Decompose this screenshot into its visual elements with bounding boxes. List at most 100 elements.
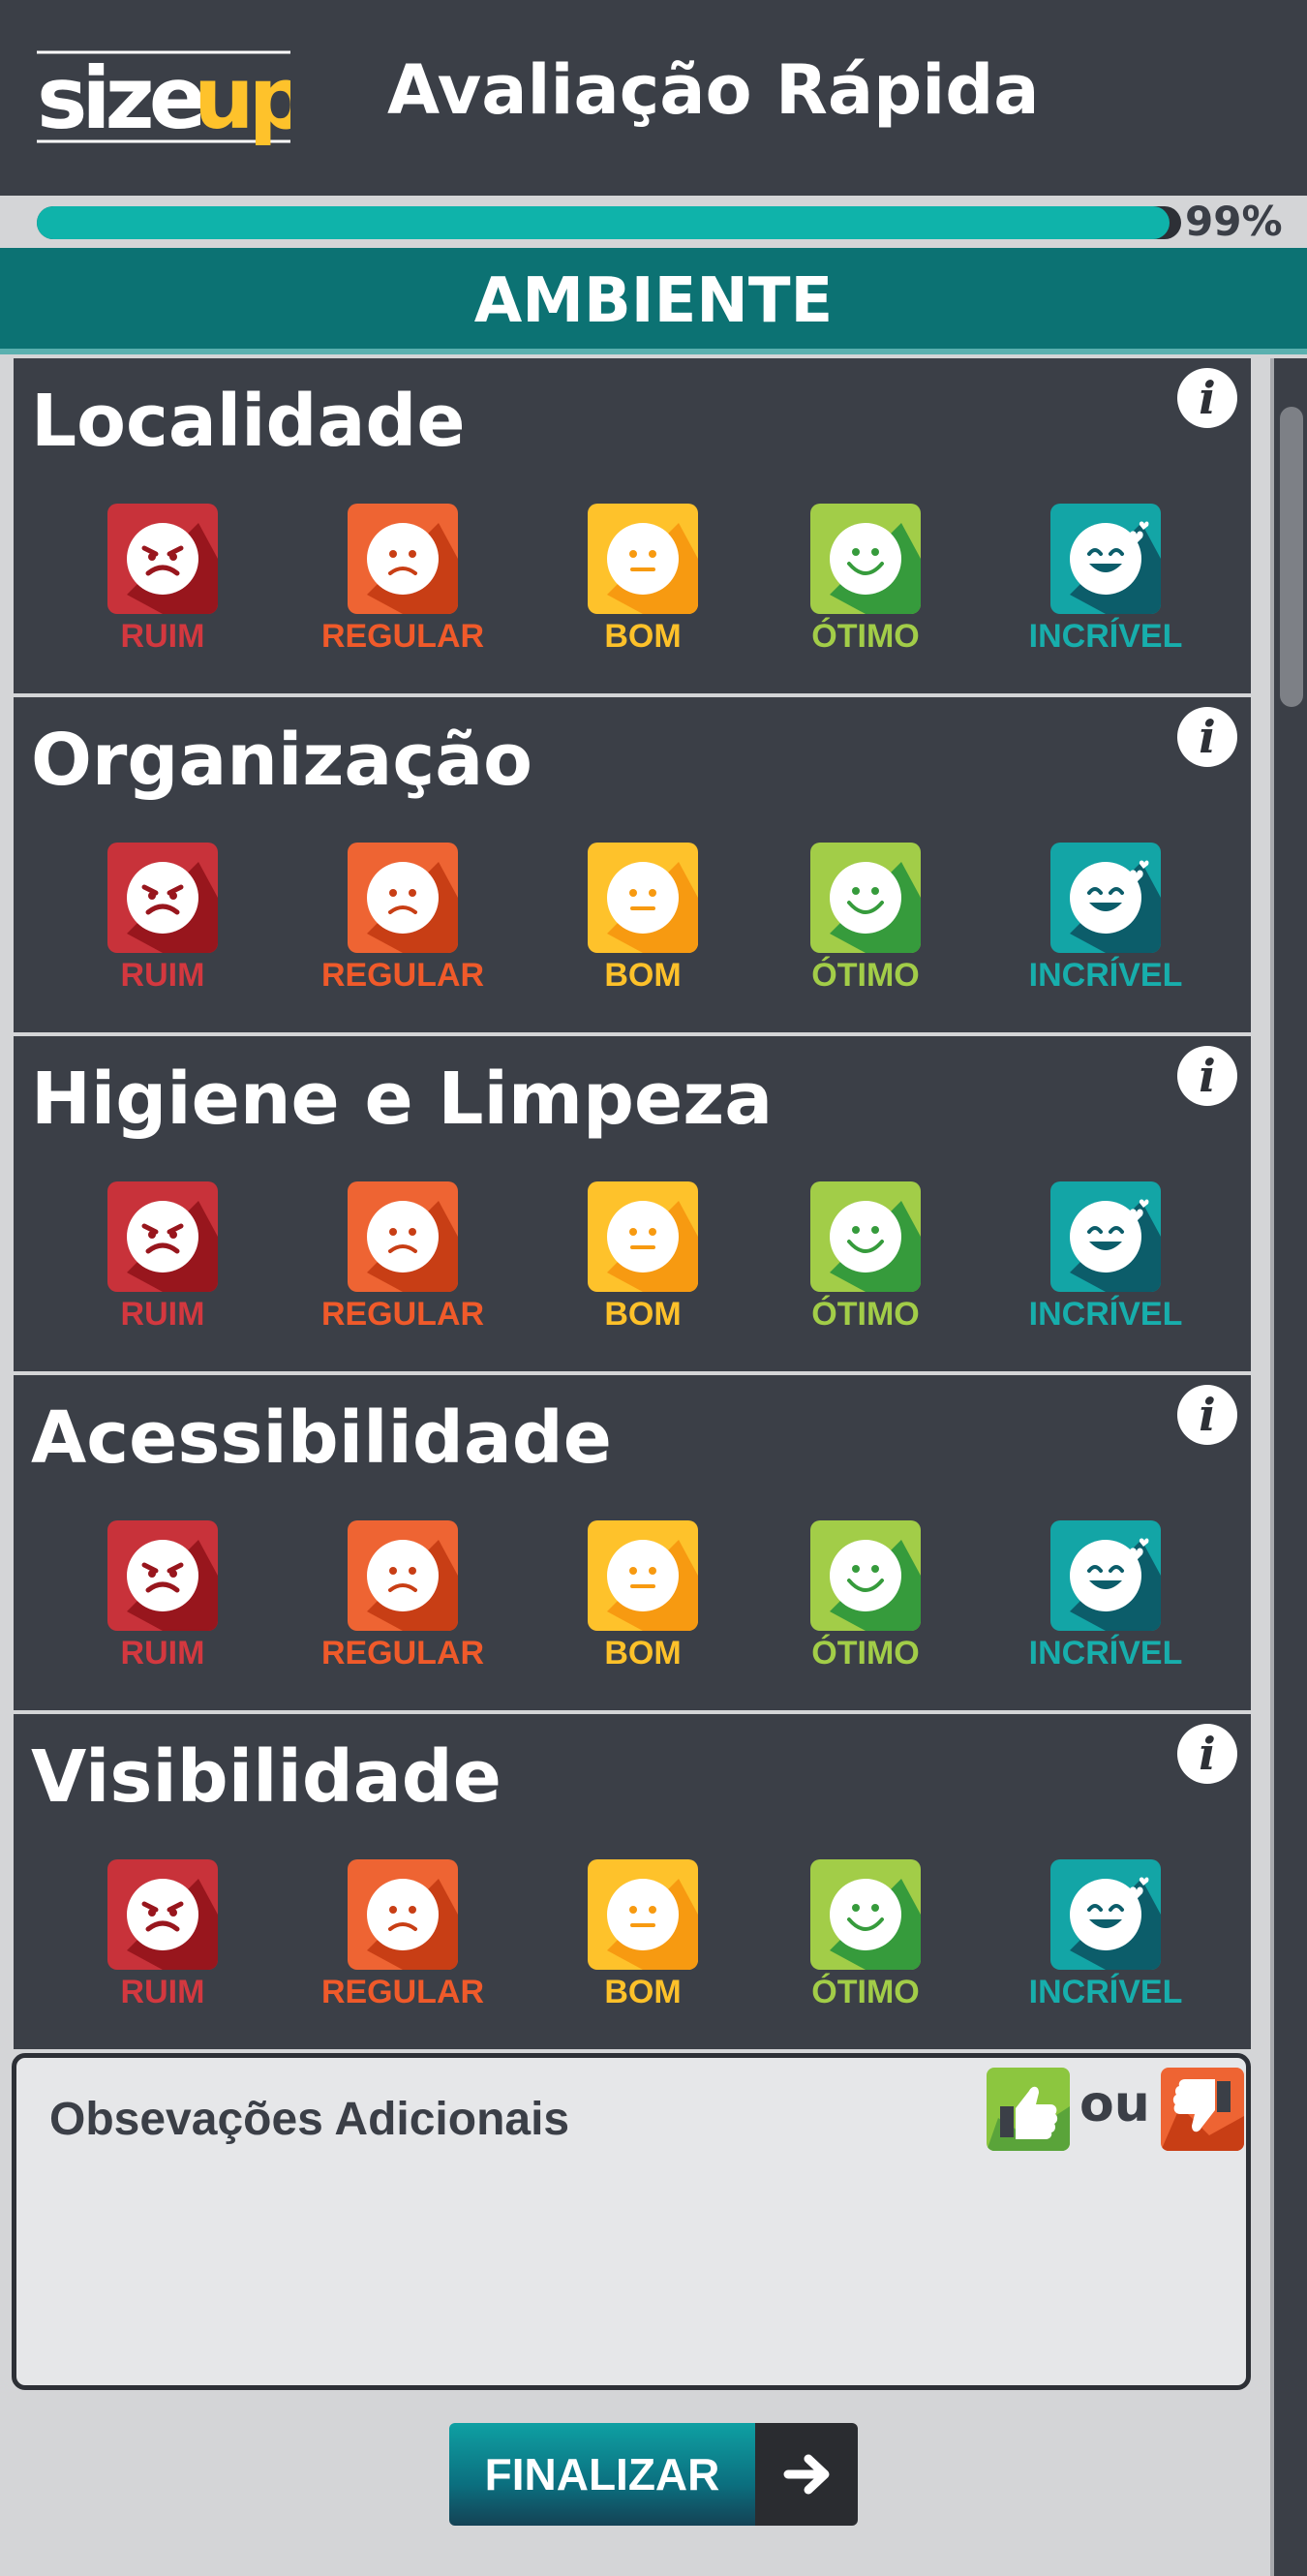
rating-label: REGULAR: [320, 1635, 485, 1671]
love-face-icon: [1050, 843, 1161, 953]
thumbs-down-icon: [1161, 2068, 1244, 2151]
neutral-face-icon: [588, 843, 698, 953]
rating-option-bom[interactable]: BOM: [556, 504, 730, 668]
thumbs-up-icon: [987, 2068, 1070, 2151]
page-title: Avaliação Rápida: [387, 50, 1040, 130]
love-face-icon: [1050, 1520, 1161, 1631]
neutral-face-icon: [588, 1181, 698, 1292]
category-title: Visibilidade: [31, 1735, 502, 1819]
rating-label: INCRÍVEL: [1028, 1296, 1183, 1333]
scrollbar-thumb[interactable]: [1280, 407, 1303, 707]
info-icon[interactable]: i: [1177, 368, 1237, 428]
neutral-face-icon: [588, 1520, 698, 1631]
rating-option-ruim[interactable]: RUIM: [76, 1520, 250, 1685]
rating-option-ruim[interactable]: RUIM: [76, 1181, 250, 1346]
finalize-button[interactable]: FINALIZAR: [449, 2423, 858, 2526]
or-separator: ou: [1079, 2075, 1150, 2133]
rating-label: ÓTIMO: [811, 618, 920, 655]
rating-option-bom[interactable]: BOM: [556, 843, 730, 1007]
rating-option-regular[interactable]: REGULAR: [316, 504, 490, 668]
rating-label: INCRÍVEL: [1028, 957, 1183, 994]
rating-label: REGULAR: [320, 618, 485, 655]
category-card: Localidade i RUIM REGULAR BOM ÓTIMO INCRÍVEL: [14, 358, 1251, 693]
category-title: Higiene e Limpeza: [31, 1058, 774, 1141]
rating-label: ÓTIMO: [811, 1296, 920, 1333]
rating-option-ruim[interactable]: RUIM: [76, 843, 250, 1007]
rating-option-bom[interactable]: BOM: [556, 1859, 730, 2024]
rating-label: RUIM: [120, 957, 205, 994]
rating-label: BOM: [604, 1296, 682, 1333]
progress-track: [37, 206, 1181, 239]
angry-face-icon: [107, 1520, 218, 1631]
sad-face-icon: [348, 504, 458, 614]
sizeup-logo: size up: [37, 48, 290, 145]
rating-label: ÓTIMO: [811, 1635, 920, 1671]
rating-label: INCRÍVEL: [1028, 1974, 1183, 2010]
rating-option-bom[interactable]: BOM: [556, 1520, 730, 1685]
rating-option-incrível[interactable]: INCRÍVEL: [1018, 504, 1193, 668]
rating-label: BOM: [604, 957, 682, 994]
rating-option-ótimo[interactable]: ÓTIMO: [778, 1181, 953, 1346]
section-title: AMBIENTE: [473, 265, 834, 337]
rating-option-ruim[interactable]: RUIM: [76, 504, 250, 668]
progress-fill: [37, 206, 1170, 239]
svg-text:size: size: [37, 48, 203, 145]
thumbs-up-button[interactable]: [987, 2068, 1070, 2151]
sad-face-icon: [348, 1520, 458, 1631]
header: size up Avaliação Rápida: [0, 0, 1307, 196]
smile-face-icon: [810, 843, 921, 953]
observations-box[interactable]: Obsevações Adicionais ou: [12, 2053, 1251, 2390]
rating-label: BOM: [604, 1974, 682, 2010]
section-banner: AMBIENTE: [0, 248, 1307, 354]
rating-option-regular[interactable]: REGULAR: [316, 1520, 490, 1685]
rating-option-regular[interactable]: REGULAR: [316, 1859, 490, 2024]
rating-label: RUIM: [120, 1974, 205, 2010]
angry-face-icon: [107, 504, 218, 614]
finalize-label: FINALIZAR: [484, 2449, 720, 2499]
sad-face-icon: [348, 1181, 458, 1292]
app-root: size up Avaliação Rápida 99% AMBIENTE Lo…: [0, 0, 1307, 2576]
info-icon[interactable]: i: [1177, 1385, 1237, 1445]
progress-percentage: 99%: [1185, 198, 1283, 245]
rating-option-ruim[interactable]: RUIM: [76, 1859, 250, 2024]
info-icon[interactable]: i: [1177, 707, 1237, 767]
rating-option-ótimo[interactable]: ÓTIMO: [778, 504, 953, 668]
rating-option-regular[interactable]: REGULAR: [316, 1181, 490, 1346]
scrollbar[interactable]: [1270, 358, 1307, 2576]
rating-label: REGULAR: [320, 1974, 485, 2010]
rating-option-bom[interactable]: BOM: [556, 1181, 730, 1346]
rating-option-regular[interactable]: REGULAR: [316, 843, 490, 1007]
neutral-face-icon: [588, 1859, 698, 1970]
angry-face-icon: [107, 843, 218, 953]
angry-face-icon: [107, 1859, 218, 1970]
svg-text:up: up: [194, 48, 290, 145]
thumbs-down-button[interactable]: [1161, 2068, 1244, 2151]
love-face-icon: [1050, 504, 1161, 614]
rating-option-ótimo[interactable]: ÓTIMO: [778, 1520, 953, 1685]
sad-face-icon: [348, 1859, 458, 1970]
rating-label: INCRÍVEL: [1028, 618, 1183, 655]
rating-option-ótimo[interactable]: ÓTIMO: [778, 843, 953, 1007]
rating-label: BOM: [604, 618, 682, 655]
category-title: Acessibilidade: [31, 1396, 612, 1480]
rating-label: RUIM: [120, 618, 205, 655]
rating-option-incrível[interactable]: INCRÍVEL: [1018, 1520, 1193, 1685]
rating-option-incrível[interactable]: INCRÍVEL: [1018, 843, 1193, 1007]
finalize-button-main: FINALIZAR: [449, 2423, 755, 2526]
smile-face-icon: [810, 1520, 921, 1631]
smile-face-icon: [810, 1859, 921, 1970]
category-card: Higiene e Limpeza i RUIM REGULAR BOM ÓTIMO INC…: [14, 1036, 1251, 1371]
rating-option-incrível[interactable]: INCRÍVEL: [1018, 1859, 1193, 2024]
info-icon[interactable]: i: [1177, 1724, 1237, 1784]
category-card: Visibilidade i RUIM REGULAR BOM ÓTIMO INCRÍVEL: [14, 1714, 1251, 2049]
angry-face-icon: [107, 1181, 218, 1292]
rating-option-incrível[interactable]: INCRÍVEL: [1018, 1181, 1193, 1346]
sad-face-icon: [348, 843, 458, 953]
smile-face-icon: [810, 504, 921, 614]
observations-label: Obsevações Adicionais: [49, 2094, 570, 2145]
rating-label: RUIM: [120, 1296, 205, 1333]
love-face-icon: [1050, 1181, 1161, 1292]
rating-label: ÓTIMO: [811, 957, 920, 994]
info-icon[interactable]: i: [1177, 1046, 1237, 1106]
rating-option-ótimo[interactable]: ÓTIMO: [778, 1859, 953, 2024]
